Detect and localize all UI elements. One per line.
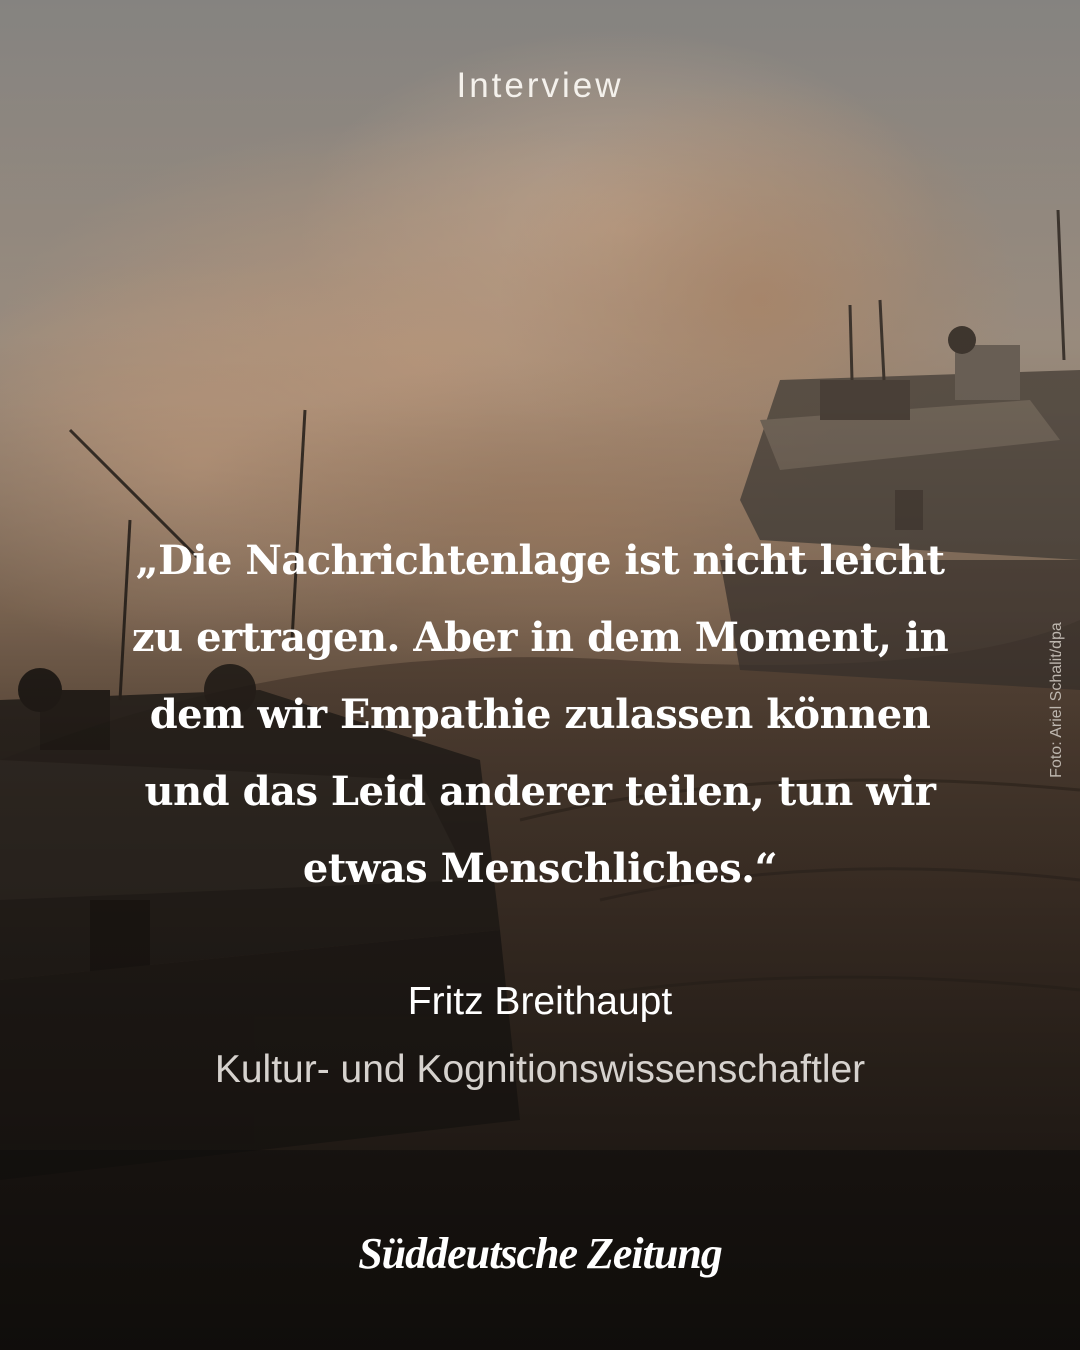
quote-line: dem wir Empathie zulassen können	[149, 691, 931, 738]
brand-logo: Süddeutsche Zeitung	[358, 1229, 723, 1278]
photo-credit: Foto: Ariel Schalit/dpa	[1048, 622, 1065, 778]
quote-line: zu ertragen. Aber in dem Moment, in	[131, 614, 949, 661]
author-name: Fritz Breithaupt	[407, 980, 673, 1023]
quote-line: etwas Menschliches.“	[302, 845, 778, 892]
post-card: Interview „Die Nachrichtenlage ist nicht…	[0, 0, 1080, 1350]
author-role: Kultur- und Kognitionswissenschaftler	[214, 1048, 866, 1091]
quote-text: „Die Nachrichtenlage ist nicht leicht zu…	[120, 522, 960, 907]
section-label: Interview	[456, 66, 624, 105]
quote-line: „Die Nachrichtenlage ist nicht leicht	[135, 537, 945, 584]
quote-line: und das Leid anderer teilen, tun wir	[144, 768, 936, 815]
